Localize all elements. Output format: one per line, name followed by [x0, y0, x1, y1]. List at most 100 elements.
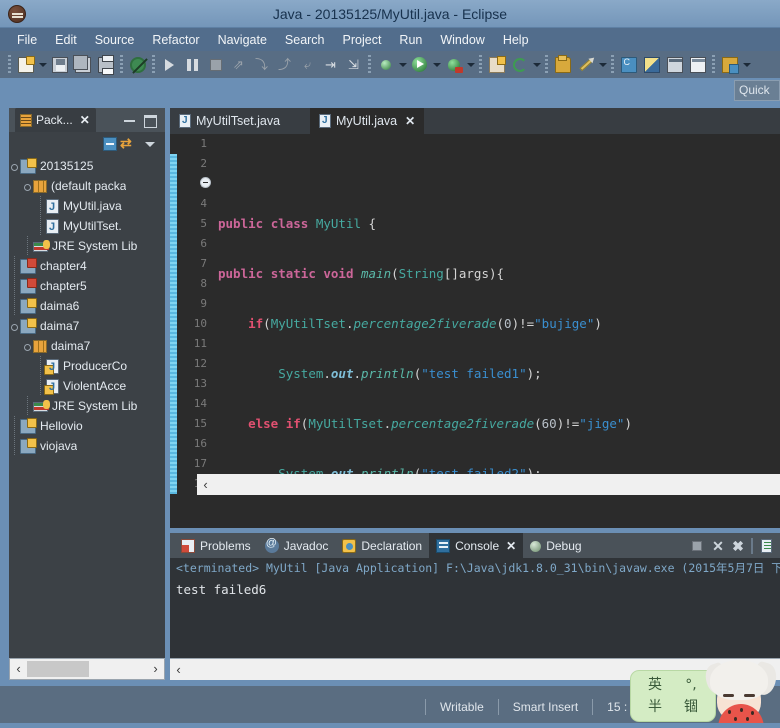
tree-item-project[interactable]: daima6: [9, 296, 165, 316]
twisty-icon[interactable]: [22, 336, 33, 356]
console-output[interactable]: test failed6: [170, 578, 780, 656]
open-console-button[interactable]: [756, 537, 776, 555]
tree-item-library[interactable]: JRE System Lib: [9, 396, 165, 416]
tab-debug[interactable]: Debug: [523, 533, 588, 558]
tab-console[interactable]: Console ✕: [429, 533, 524, 558]
print-button[interactable]: [95, 54, 116, 75]
terminate-button[interactable]: [688, 537, 708, 555]
save-all-button[interactable]: [72, 54, 93, 75]
menu-refactor[interactable]: Refactor: [143, 31, 208, 49]
disconnect-button[interactable]: ⇗: [228, 54, 249, 75]
suspend-button[interactable]: [182, 54, 203, 75]
mark-occurrences-button[interactable]: [127, 54, 148, 75]
remove-all-terminated-button[interactable]: ✖: [728, 537, 748, 555]
resume-button[interactable]: [159, 54, 180, 75]
scroll-left-icon[interactable]: ‹: [197, 475, 214, 495]
editor-hscrollbar[interactable]: ‹: [197, 474, 780, 495]
terminate-button[interactable]: [205, 54, 226, 75]
twisty-icon[interactable]: [22, 176, 33, 196]
previous-annotation-button[interactable]: ⇲: [343, 54, 364, 75]
tree-item-file[interactable]: MyUtilTset.: [9, 216, 165, 236]
skip-breakpoints-button[interactable]: [375, 54, 396, 75]
menu-window[interactable]: Window: [431, 31, 493, 49]
tab-problems[interactable]: Problems: [174, 533, 258, 558]
menu-file[interactable]: File: [8, 31, 46, 49]
tab-package-explorer[interactable]: Pack... ✕: [15, 108, 96, 132]
tree-item-project[interactable]: viojava: [9, 436, 165, 456]
menu-run[interactable]: Run: [390, 31, 431, 49]
tab-declaration[interactable]: Declaration: [335, 533, 429, 558]
tree-item-package[interactable]: (default packa: [9, 176, 165, 196]
java-perspective-button[interactable]: [641, 54, 662, 75]
next-annotation-button[interactable]: ⇥: [320, 54, 341, 75]
step-over-button[interactable]: ⤴: [274, 54, 295, 75]
collapse-all-icon[interactable]: [103, 137, 117, 151]
code-content[interactable]: public class MyUtil { public static void…: [213, 134, 780, 498]
package-explorer-hscrollbar[interactable]: ‹ ›: [9, 658, 165, 680]
menu-help[interactable]: Help: [494, 31, 538, 49]
view-menu-icon[interactable]: [141, 134, 159, 152]
new-java-package-button[interactable]: [486, 54, 507, 75]
scroll-track[interactable]: [214, 475, 780, 495]
maximize-icon[interactable]: [143, 113, 157, 128]
menu-navigate[interactable]: Navigate: [209, 31, 276, 49]
ime-language-mode[interactable]: 英: [637, 674, 673, 696]
twisty-icon[interactable]: [9, 156, 20, 176]
type-hierarchy-button[interactable]: [687, 54, 708, 75]
tab-myutiltset-java[interactable]: MyUtilTset.java: [170, 108, 290, 134]
debug-dropdown-arrow[interactable]: [465, 54, 476, 75]
step-return-button[interactable]: ⤶: [297, 54, 318, 75]
watermelon-seed: [746, 717, 749, 721]
new-class-dropdown-arrow[interactable]: [531, 54, 542, 75]
tree-item-project[interactable]: Hellovio: [9, 416, 165, 436]
code-editor[interactable]: 1 2 3 4 5 6 7 8 9 10 11 12 13 14 15 16 1: [170, 134, 780, 498]
last-editor-button[interactable]: [719, 54, 740, 75]
tree-item-project[interactable]: chapter4: [9, 256, 165, 276]
remove-launch-button[interactable]: ✕: [708, 537, 728, 555]
save-button[interactable]: [49, 54, 70, 75]
scroll-right-icon[interactable]: ›: [147, 659, 164, 679]
ime-width-mode[interactable]: 半: [637, 696, 673, 718]
tree-item-library[interactable]: JRE System Lib: [9, 236, 165, 256]
tab-myutil-java[interactable]: MyUtil.java ✕: [310, 108, 425, 134]
tree-item-project[interactable]: 20135125: [9, 156, 165, 176]
tree-item-file[interactable]: ViolentAcce: [9, 376, 165, 396]
run-dropdown-arrow[interactable]: [431, 54, 442, 75]
close-icon[interactable]: ✕: [405, 114, 415, 128]
fold-collapse-icon[interactable]: [200, 177, 211, 188]
external-tools-dropdown-arrow[interactable]: [597, 54, 608, 75]
close-icon[interactable]: ✕: [506, 539, 516, 553]
last-editor-dropdown-arrow[interactable]: [741, 54, 752, 75]
twisty-icon[interactable]: [9, 316, 20, 336]
scroll-left-icon[interactable]: ‹: [170, 660, 187, 680]
scroll-track[interactable]: [27, 659, 147, 679]
link-with-editor-icon[interactable]: ⇄: [120, 134, 138, 152]
tab-javadoc[interactable]: Javadoc: [258, 533, 336, 558]
tree-item-file[interactable]: MyUtil.java: [9, 196, 165, 216]
tree-item-project[interactable]: chapter5: [9, 276, 165, 296]
skip-dropdown-arrow[interactable]: [397, 54, 408, 75]
quick-access-input[interactable]: Quick: [734, 80, 780, 101]
menu-search[interactable]: Search: [276, 31, 334, 49]
tree-item-project[interactable]: daima7: [9, 316, 165, 336]
debug-button[interactable]: [443, 54, 464, 75]
java-browsing-button[interactable]: [664, 54, 685, 75]
step-into-button[interactable]: ⤵: [251, 54, 272, 75]
new-wizard-button[interactable]: [15, 54, 36, 75]
close-icon[interactable]: ✕: [80, 114, 90, 126]
menu-source[interactable]: Source: [86, 31, 144, 49]
scroll-left-icon[interactable]: ‹: [10, 659, 27, 679]
line-number: 9: [200, 297, 207, 310]
external-tools-button[interactable]: [575, 54, 596, 75]
minimize-icon[interactable]: [123, 113, 137, 127]
open-type-button[interactable]: [552, 54, 573, 75]
new-dropdown-arrow[interactable]: [37, 54, 48, 75]
open-perspective-button[interactable]: [618, 54, 639, 75]
new-java-class-button[interactable]: [509, 54, 530, 75]
run-button[interactable]: [409, 54, 430, 75]
scroll-thumb[interactable]: [27, 661, 89, 677]
tree-item-package[interactable]: daima7: [9, 336, 165, 356]
tree-item-file[interactable]: ProducerCo: [9, 356, 165, 376]
menu-edit[interactable]: Edit: [46, 31, 86, 49]
menu-project[interactable]: Project: [334, 31, 391, 49]
